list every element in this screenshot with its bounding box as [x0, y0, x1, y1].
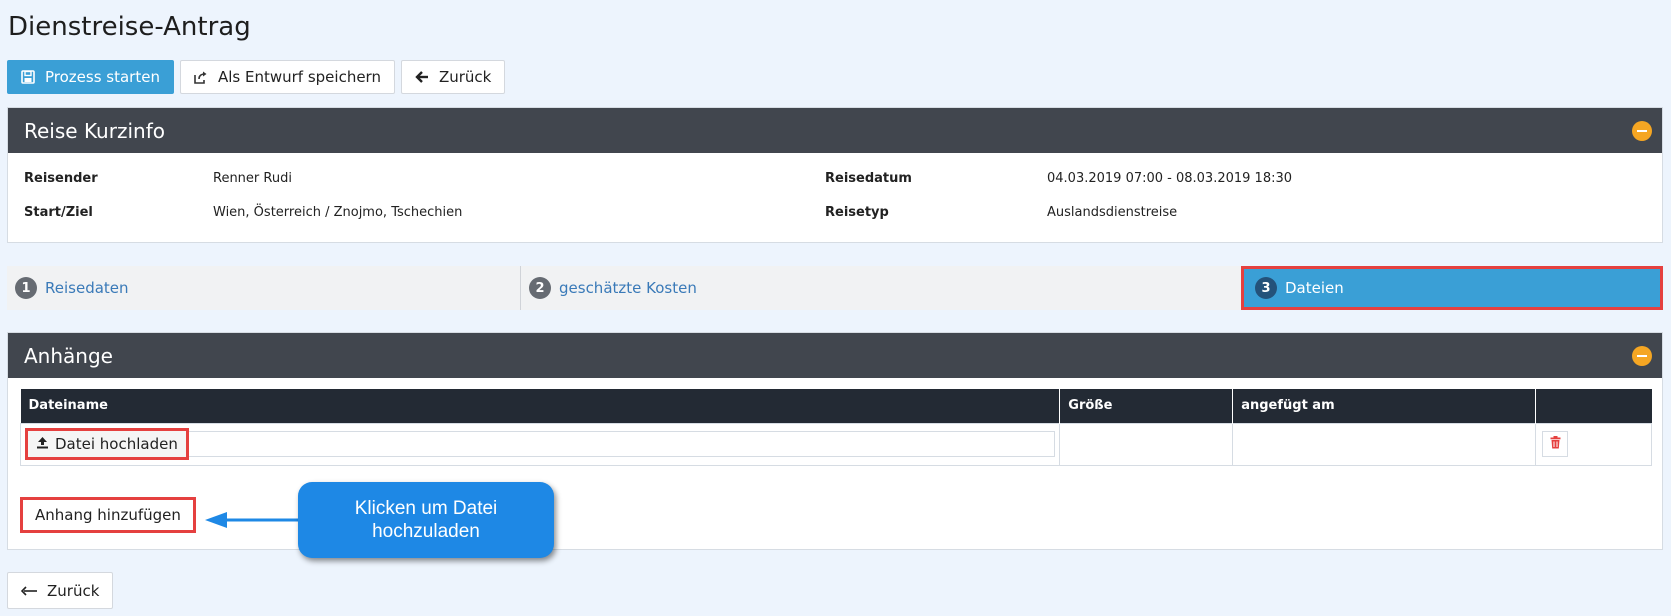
callout-arrow: [205, 512, 299, 528]
arrow-left-icon: [415, 70, 429, 84]
travel-type-value: Auslandsdienstreise: [1047, 205, 1178, 220]
add-attachment-button[interactable]: Anhang hinzufügen: [20, 497, 196, 533]
wizard-steps: 1 Reisedaten 2 geschätzte Kosten 3 Datei…: [7, 266, 1663, 310]
column-header-actions: [1535, 389, 1652, 423]
step-travel-data[interactable]: 1 Reisedaten: [7, 266, 520, 310]
save-icon: [21, 70, 35, 84]
travel-date-value: 04.03.2019 07:00 - 08.03.2019 18:30: [1047, 171, 1293, 186]
upload-file-button[interactable]: Datei hochladen: [25, 428, 189, 460]
traveler-label: Reisender: [24, 171, 98, 186]
page-title: Dienstreise-Antrag: [8, 12, 251, 42]
file-name-field[interactable]: [188, 431, 1056, 457]
attachments-header: Anhänge: [8, 333, 1662, 378]
long-arrow-left-icon: [21, 585, 37, 596]
step-label: Reisedaten: [45, 279, 129, 297]
instruction-callout: Klicken um Datei hochzuladen: [298, 482, 554, 558]
trash-icon: [1550, 435, 1561, 453]
callout-text: Klicken um Datei hochzuladen: [354, 498, 498, 542]
toolbar: Prozess starten Als Entwurf speichern Zu…: [7, 60, 506, 94]
trip-info-grid: Reisender Renner Rudi Start/Ziel Wien, Ö…: [8, 153, 1662, 243]
minus-icon: [1637, 129, 1647, 132]
footer-back-button[interactable]: Zurück: [7, 572, 114, 609]
column-header-attached-at: angefügt am: [1232, 389, 1537, 423]
trip-info-header: Reise Kurzinfo: [8, 108, 1662, 153]
back-label: Zurück: [438, 68, 492, 86]
route-label: Start/Ziel: [24, 205, 93, 220]
route-value: Wien, Österreich / Znojmo, Tschechien: [213, 205, 463, 220]
attachments-table: Dateiname Größe angefügt am Datei hochla…: [19, 389, 1652, 466]
collapse-attachments-button[interactable]: [1632, 345, 1652, 366]
column-header-size: Größe: [1059, 389, 1234, 423]
minus-icon: [1637, 354, 1647, 357]
step-number: 2: [529, 277, 551, 299]
size-cell: [1059, 422, 1234, 466]
attached-at-cell: [1232, 422, 1537, 466]
actions-cell: [1535, 422, 1652, 466]
traveler-value: Renner Rudi: [213, 171, 292, 186]
travel-type-label: Reisetyp: [825, 205, 889, 220]
back-button[interactable]: Zurück: [400, 60, 506, 94]
start-process-label: Prozess starten: [45, 68, 160, 86]
step-files[interactable]: 3 Dateien: [1241, 266, 1663, 310]
filename-cell: Datei hochladen: [19, 422, 1061, 466]
step-label: geschätzte Kosten: [559, 279, 697, 297]
footer-back-label: Zurück: [47, 581, 100, 600]
attachments-title: Anhänge: [24, 343, 113, 368]
trip-info-panel: Reise Kurzinfo Reisender Renner Rudi Sta…: [7, 107, 1663, 243]
travel-date-label: Reisedatum: [825, 171, 912, 186]
step-estimated-costs[interactable]: 2 geschätzte Kosten: [521, 266, 1241, 310]
collapse-trip-info-button[interactable]: [1632, 120, 1652, 141]
step-number: 1: [15, 277, 37, 299]
save-draft-label: Als Entwurf speichern: [217, 68, 381, 86]
delete-attachment-button[interactable]: [1542, 431, 1569, 457]
start-process-button[interactable]: Prozess starten: [7, 60, 174, 94]
step-number: 3: [1255, 277, 1277, 299]
upload-icon: [36, 435, 49, 453]
table-row: Datei hochladen: [19, 422, 1652, 466]
share-icon: [194, 70, 208, 84]
upload-control: Datei hochladen: [25, 428, 1056, 460]
trip-info-title: Reise Kurzinfo: [24, 118, 165, 143]
step-label: Dateien: [1285, 279, 1344, 297]
column-header-filename: Dateiname: [20, 389, 1061, 423]
save-draft-button[interactable]: Als Entwurf speichern: [179, 60, 395, 94]
upload-file-label: Datei hochladen: [55, 435, 178, 453]
table-header-row: Dateiname Größe angefügt am: [20, 389, 1652, 423]
